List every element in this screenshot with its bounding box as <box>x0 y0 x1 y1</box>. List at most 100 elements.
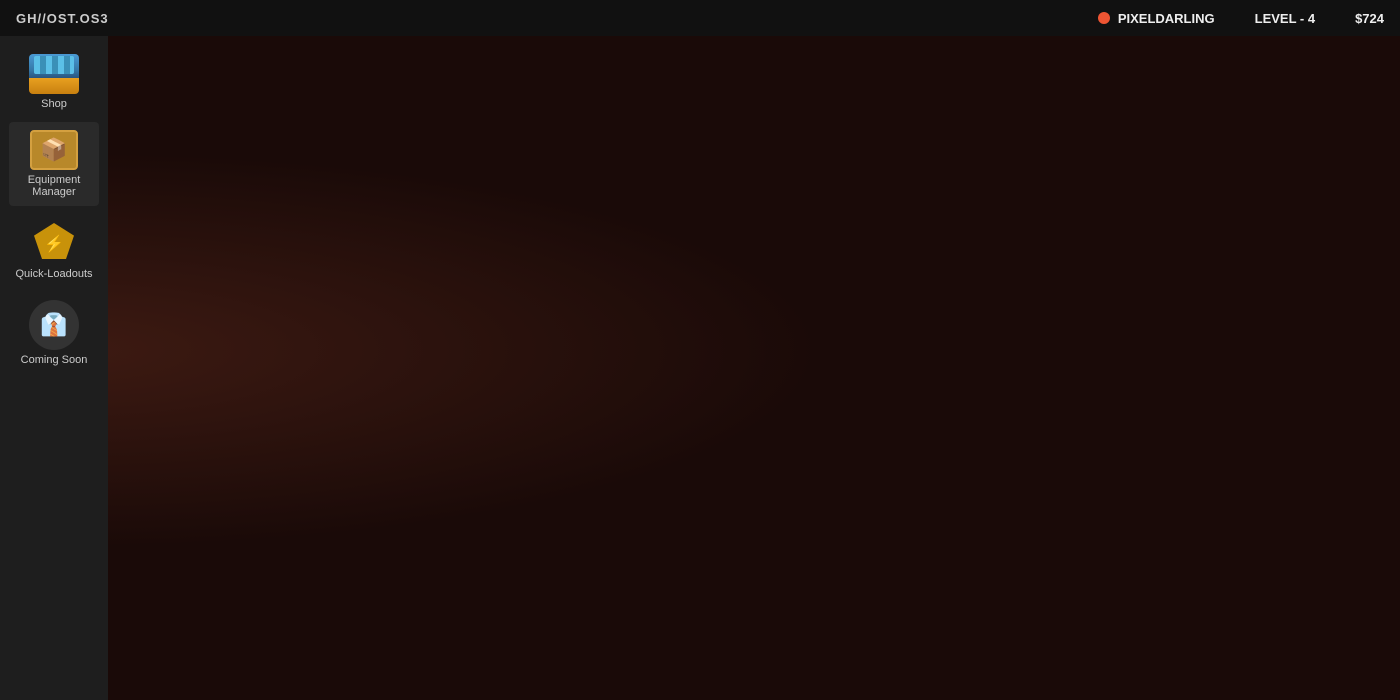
tier-slot-vc-1[interactable]: 🔒 LEVEL 33 <box>802 390 857 458</box>
thumb-arrow-hg: ▲ <box>305 574 314 584</box>
plus-btn-sb[interactable]: + <box>200 358 220 378</box>
diamond-icon-hg: ◆◆◆◆ <box>189 619 217 630</box>
lock-icon-vc-2: 🔒 <box>876 409 893 426</box>
equip-row-flashlight[interactable]: FLASHLIGHT ⊛ 000 - ◆ + ▲ 🔦 <box>120 241 602 311</box>
sidebar-item-equipment-manager[interactable]: 📦 Equipment Manager <box>9 122 99 206</box>
tier-level-thermo-2: LEVEL 64 <box>864 356 905 366</box>
tier-slot-vc-2[interactable]: 🔒 LEVEL 61 <box>857 390 912 458</box>
sidebar-label-equipment: Equipment Manager <box>13 174 95 198</box>
tier-slot-dots-1[interactable]: 🔒 LEVEL 29 <box>316 168 371 236</box>
minus-btn-dots[interactable]: - <box>165 210 185 230</box>
tier-level-igniter-3: LEVEL 57 <box>919 612 960 622</box>
equip-thumb-flashlight: ▲ 🔦 <box>276 242 316 310</box>
sidebar-item-shop[interactable]: Shop <box>9 46 99 118</box>
equip-name-col-uv: UV LIGHT ⊛ 000 - ◆ + <box>121 390 276 458</box>
tier-slot-emf-1[interactable]: 🔒 LEVEL 20 <box>802 168 857 236</box>
equip-row-thermometer[interactable]: THERMOMETER ⊛ 000 - ◆ + ▲ 🌡️ <box>606 315 1088 385</box>
tier-slot-dots-2[interactable]: 🔒 LEVEL 60 <box>371 168 426 236</box>
tier-slot-flashlight-1[interactable]: 🔒 LEVEL 19 <box>316 242 371 310</box>
tier-slot-flashlight-2[interactable]: 🔒 LEVEL 35 <box>371 242 426 310</box>
tier-level-emf-1: LEVEL 20 <box>809 208 850 218</box>
minus-btn-flashlight[interactable]: - <box>165 284 185 304</box>
coin-icon-igniter: ⊛ <box>615 619 623 630</box>
tier-slot-uv-1[interactable]: 🔒 LEVEL 21 <box>316 390 371 458</box>
count-val-igniter: 000 <box>627 619 647 630</box>
equip-row-firelight[interactable]: FIRELIGHT ⊛ 000 - ◆◆◆◆ ▲ <box>606 497 1088 567</box>
minus-btn-emf[interactable]: - <box>651 210 671 230</box>
sidebar-item-coming-soon[interactable]: 👔 Coming Soon <box>9 292 99 374</box>
tier-slot-crucifix-3[interactable]: 🔒 LEVEL 90 <box>426 498 481 566</box>
plus-btn-crucifix[interactable]: + <box>207 540 227 560</box>
equip-thumb-vc: ▲ 📹 <box>762 390 802 458</box>
equip-thumb-firelight: ▲ <box>762 498 802 566</box>
coin-icon-thermo: ⊛ <box>615 363 623 374</box>
equip-row-crucifix[interactable]: CRUCIFIX ⊛ 000 - ◆◆ + ▲ ✝️ <box>120 497 602 567</box>
rp-price: $65 <box>1113 167 1140 185</box>
equip-row-spirit-box[interactable]: SPIRIT BOX ⊛ 000 - ◆ + ▲ 📻 <box>120 315 602 385</box>
plus-btn-dots[interactable]: + <box>200 210 220 230</box>
plus-btn-hg[interactable]: + <box>221 614 241 634</box>
equip-row-ghost-writing[interactable]: GHOST WRITING BOOK ⊛ 000 - ◆ + ▲ 📓 <box>606 241 1088 311</box>
minus-btn-sb[interactable]: - <box>165 358 185 378</box>
tier-slot-uv-2[interactable]: 🔒 LEVEL 56 <box>371 390 426 458</box>
header-icon-button[interactable]: ⬜ <box>1304 48 1344 88</box>
minus-btn-gw[interactable]: - <box>651 284 671 304</box>
tier-level-gw-2: LEVEL 63 <box>864 282 905 292</box>
tier-slot-gw-2[interactable]: 🔒 LEVEL 63 <box>857 242 912 310</box>
equip-row-video-camera[interactable]: VIDEO CAMERA ⊛ 000 - ◆ + ▲ 📹 <box>606 389 1088 459</box>
prop-badge-ammo: ▮▮▮▮▮ <box>1113 665 1159 688</box>
box-icon: 📦 <box>1222 668 1239 685</box>
minus-btn-thermo[interactable]: - <box>651 358 671 378</box>
minus-btn-hg[interactable]: - <box>165 614 185 634</box>
equip-row-igniter[interactable]: IGNITER ⊛ 000 - ▲ 🔥 🔒 <box>606 571 1088 641</box>
equip-row-emf[interactable]: EMF READER ⊛ 000 - ◆ + ▲ 📻 <box>606 167 1088 237</box>
tier-slot-igniter-2[interactable]: 🔒 LEVEL 41 <box>857 572 912 640</box>
tier-slot-sb-2[interactable]: 🔒 LEVEL 54 <box>371 316 426 384</box>
tier-slot-thermo-1[interactable]: 🔒 LEVEL 36 <box>802 316 857 384</box>
tier-slot-sb-1[interactable]: 🔒 LEVEL 27 <box>316 316 371 384</box>
plus-btn-thermo[interactable]: + <box>686 358 706 378</box>
diamond-icon-vc: ◆ <box>675 437 682 448</box>
count-val-emf: 000 <box>627 215 647 226</box>
minus-btn-igniter[interactable]: - <box>651 614 671 634</box>
sidebar-label-loadouts: Quick-Loadouts <box>15 268 92 280</box>
page-title: EQUIPMENT MANAGER <box>124 48 749 80</box>
tier-slot-crucifix-2[interactable]: 🔒 LEVEL 37 <box>371 498 426 566</box>
equip-row-uv-light[interactable]: UV LIGHT ⊛ 000 - ◆ + ▲ 💡 <box>120 389 602 459</box>
tier-slots-thermo: 🔒 LEVEL 36 🔒 LEVEL 64 <box>802 316 912 384</box>
equip-count-row-dots: ⊛ 000 - ◆ + <box>129 210 268 230</box>
plus-btn-vc[interactable]: + <box>686 432 706 452</box>
minus-btn-firelight[interactable]: - <box>651 540 671 560</box>
sidebar-item-quick-loadouts[interactable]: ⚡ Quick-Loadouts <box>9 210 99 288</box>
thumb-img-sb: 📻 <box>284 338 309 363</box>
tier-slot-gw-1[interactable]: 🔒 LEVEL 23 <box>802 242 857 310</box>
tier-slot-hg-1[interactable]: 🔒 LEVEL 13 <box>316 572 371 640</box>
plus-btn-emf[interactable]: + <box>686 210 706 230</box>
battery-icon: 🔋 <box>1185 668 1202 685</box>
plus-btn-uv[interactable]: + <box>200 432 220 452</box>
optional-equipment-header: OPTIONAL EQUIPMENT <box>120 465 1088 491</box>
tier-slot-firelight-3[interactable]: 🔒 LEVEL 79 <box>912 498 967 566</box>
tier-slot-firelight-1[interactable]: 🔒 LEVEL 12 <box>802 498 857 566</box>
tier-slot-crucifix-1[interactable]: 🔒 LEVEL 8 <box>316 498 371 566</box>
tier-slot-thermo-2[interactable]: 🔒 LEVEL 64 <box>857 316 912 384</box>
equip-row-dots-projector[interactable]: D.O.T.S. PROJECTOR ⊛ 000 - ◆ + ▲ 🔦 <box>120 167 602 237</box>
equip-thumb-sb: ▲ 📻 <box>276 316 316 384</box>
count-val-thermo: 000 <box>627 363 647 374</box>
tier-slot-igniter-1[interactable]: 🔒 LEVEL 12 <box>802 572 857 640</box>
minus-btn-vc[interactable]: - <box>651 432 671 452</box>
equip-name-col-spirit-box: SPIRIT BOX ⊛ 000 - ◆ + <box>121 316 276 384</box>
minus-btn-uv[interactable]: - <box>165 432 185 452</box>
tier-level-firelight-3: LEVEL 79 <box>919 538 960 548</box>
firelight-circle-img <box>768 517 798 547</box>
plus-btn-flashlight[interactable]: + <box>200 284 220 304</box>
help-button[interactable]: ? <box>1348 56 1372 80</box>
minus-btn-crucifix[interactable]: - <box>165 540 185 560</box>
tier-slot-firelight-2[interactable]: 🔒 LEVEL 47 <box>857 498 912 566</box>
tier-slot-hg-3[interactable]: 🔒 LEVEL 82 <box>426 572 481 640</box>
tier-slot-igniter-3[interactable]: 🔒 LEVEL 57 <box>912 572 967 640</box>
plus-btn-gw[interactable]: + <box>686 284 706 304</box>
equip-row-head-gear[interactable]: HEAD GEAR ⊛ 000 - ◆◆◆◆ + ▲ 🎧 <box>120 571 602 641</box>
tier-slot-emf-2[interactable]: 🔒 LEVEL 52 <box>857 168 912 236</box>
tier-slot-hg-2[interactable]: 🔒 LEVEL 49 <box>371 572 426 640</box>
